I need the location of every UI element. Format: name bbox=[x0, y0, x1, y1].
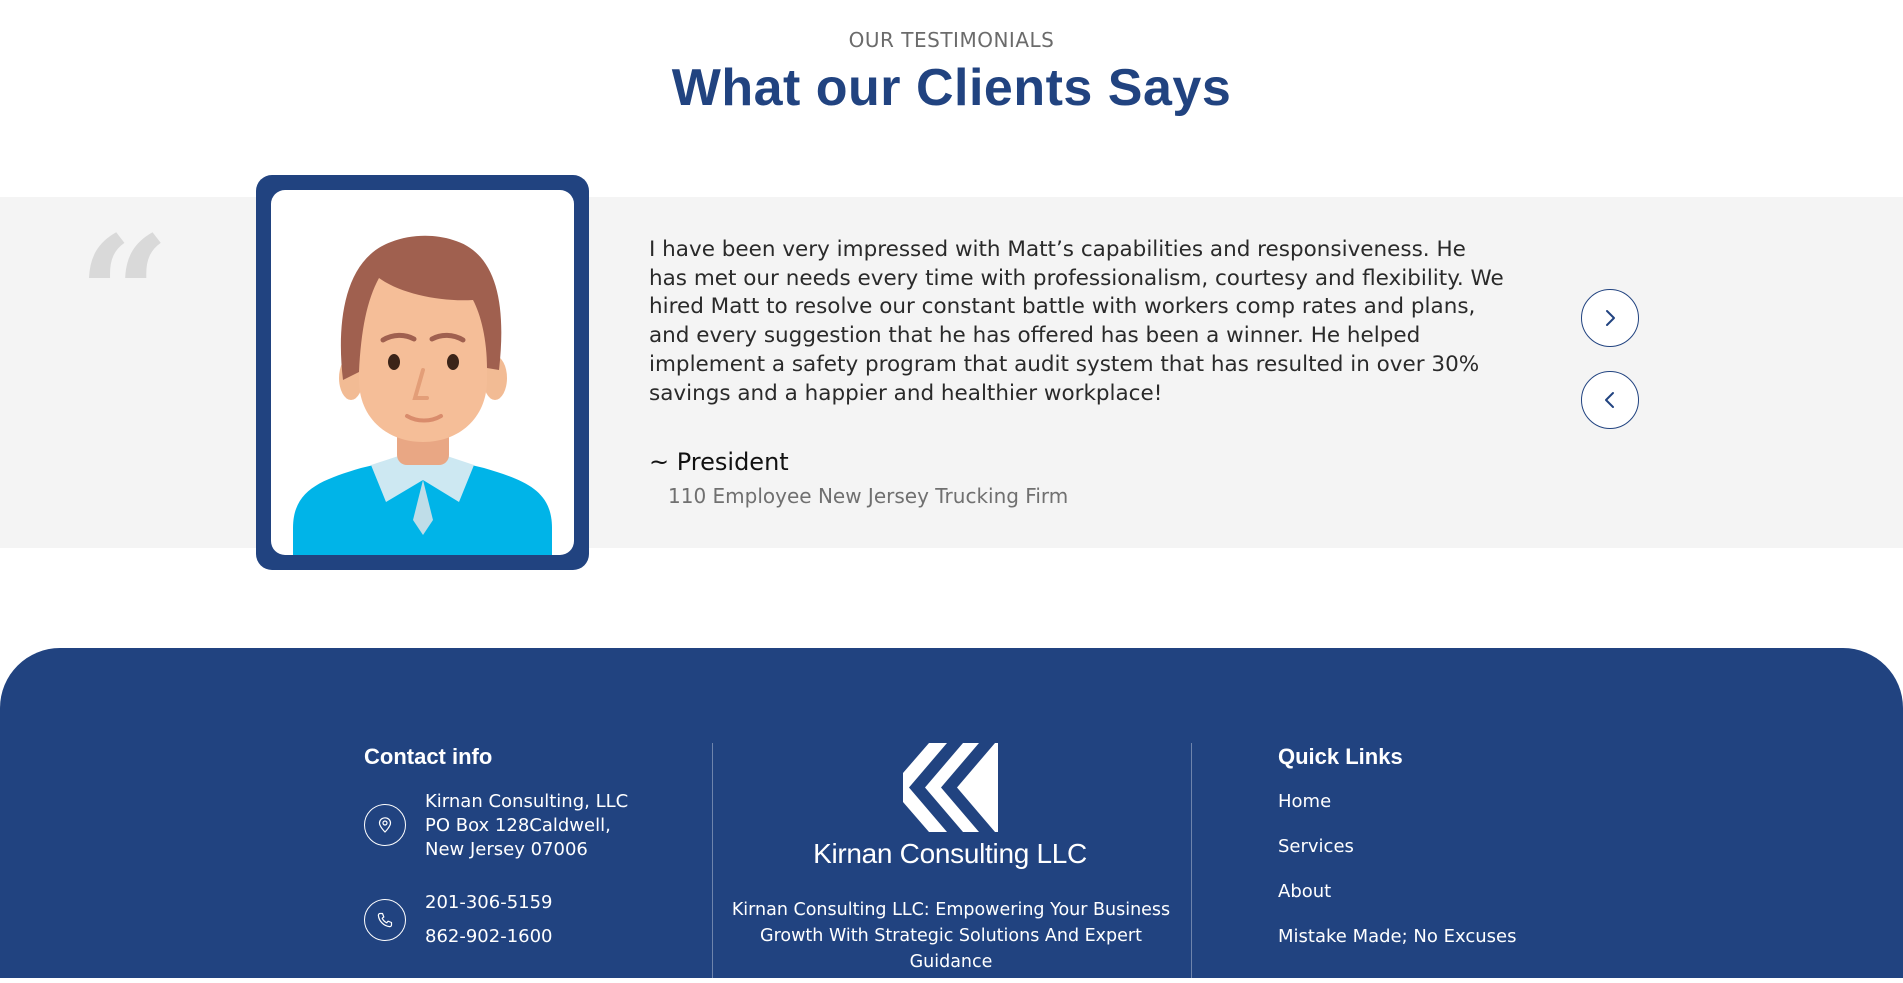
client-photo-frame bbox=[256, 175, 589, 570]
quick-link-services[interactable]: Services bbox=[1278, 836, 1354, 857]
contact-address: Kirnan Consulting, LLC PO Box 128Caldwel… bbox=[425, 790, 628, 862]
chevron-left-icon bbox=[1605, 392, 1614, 408]
quick-links-title: Quick Links bbox=[1278, 744, 1403, 769]
quick-link-mistake-made[interactable]: Mistake Made; No Excuses bbox=[1278, 926, 1516, 947]
site-footer: Contact info Kirnan Consulting, LLC PO B… bbox=[0, 648, 1903, 983]
testimonial-quote: I have been very impressed with Matt’s c… bbox=[649, 237, 1504, 406]
quick-link-about[interactable]: About bbox=[1278, 881, 1331, 902]
client-avatar bbox=[271, 190, 574, 555]
phone-link[interactable]: 862-902-1600 bbox=[425, 926, 553, 947]
quick-link-home[interactable]: Home bbox=[1278, 791, 1331, 812]
quote-mark-icon: “ bbox=[78, 201, 171, 389]
brand-name: Kirnan Consulting LLC bbox=[813, 838, 1087, 869]
chevron-right-icon bbox=[1606, 310, 1615, 326]
contact-info-title: Contact info bbox=[364, 744, 493, 769]
phone-icon bbox=[364, 899, 406, 941]
section-heading: What our Clients Says bbox=[671, 59, 1232, 117]
kirnan-logo-icon[interactable] bbox=[903, 743, 998, 832]
testimonial-author: ~ President bbox=[649, 448, 789, 476]
testimonial-company: 110 Employee New Jersey Trucking Firm bbox=[668, 484, 1069, 508]
phone-link[interactable]: 201-306-5159 bbox=[425, 892, 553, 913]
address-line: Kirnan Consulting, LLC bbox=[425, 791, 629, 812]
brand-tagline: Kirnan Consulting LLC: Empowering Your B… bbox=[731, 900, 1171, 972]
previous-testimonial-button[interactable] bbox=[1581, 371, 1639, 429]
address-line: New Jersey 07006 bbox=[425, 839, 588, 860]
map-pin-icon bbox=[364, 804, 406, 846]
address-line: PO Box 128Caldwell, bbox=[425, 815, 611, 836]
next-testimonial-button[interactable] bbox=[1581, 289, 1639, 347]
man-avatar-illustration bbox=[293, 235, 552, 555]
section-eyebrow: OUR TESTIMONIALS bbox=[848, 28, 1055, 52]
